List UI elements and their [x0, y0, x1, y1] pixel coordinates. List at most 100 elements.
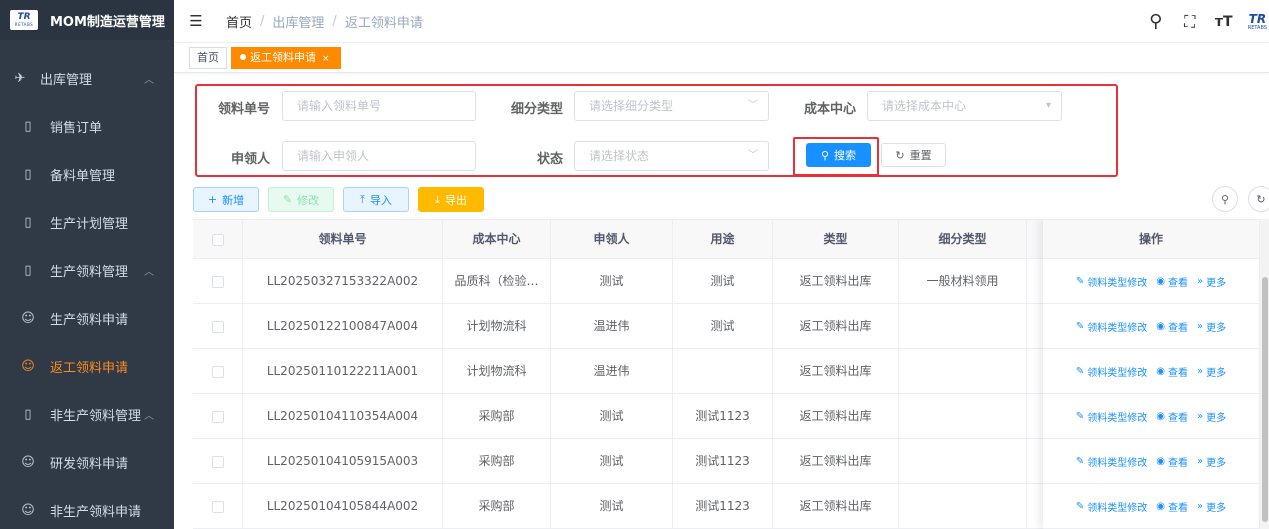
sidebar-item-rework-picking-apply[interactable]: ☺ 返工领料申请 [0, 342, 174, 390]
cost-center-select[interactable]: 请选择成本中心 ▾ [867, 91, 1062, 121]
pencil-icon: ✎ [282, 193, 293, 206]
caret-down-icon: ▾ [1045, 100, 1051, 111]
toggle-search-button[interactable]: ⚲ [1212, 186, 1238, 212]
edit-type-link[interactable]: ✎ 领料类型修改 [1076, 454, 1147, 469]
search-icon[interactable]: ⚲ [1146, 11, 1166, 32]
more-link[interactable]: » 更多 [1197, 319, 1226, 334]
edit-type-label: 领料类型修改 [1087, 457, 1148, 469]
more-link[interactable]: » 更多 [1197, 499, 1226, 514]
row-checkbox[interactable] [211, 455, 224, 468]
operations-column: 操作 ✎ 领料类型修改 ◉ 查看 » 更多 ✎ 领料类型修改 ◉ 查看 » 更多 ✎ 领料类型… [1043, 219, 1259, 529]
search-button[interactable]: ⚲ 搜索 [806, 143, 871, 167]
sidebar-item-label: 销售订单 [50, 120, 103, 136]
search-icon: ⚲ [1220, 192, 1230, 206]
pencil-icon: ✎ [1075, 455, 1085, 467]
applicant-input[interactable]: 请输入申领人 [282, 141, 476, 171]
edit-type-link[interactable]: ✎ 领料类型修改 [1076, 499, 1147, 514]
row-checkbox[interactable] [211, 500, 224, 513]
sidebar-item-production-plan[interactable]: ▯ 生产计划管理 [0, 198, 174, 246]
cell-purpose [673, 349, 773, 393]
sidebar-item-label: 非生产领料申请 [50, 504, 142, 520]
view-link[interactable]: ◉ 查看 [1156, 454, 1188, 469]
fullscreen-icon[interactable]: ⛶ [1180, 12, 1200, 32]
cell-cost-center: 计划物流科 [443, 349, 551, 393]
row-checkbox[interactable] [211, 365, 224, 378]
order-no-input[interactable]: 请输入领料单号 [282, 91, 476, 121]
sidebar-item-outbound[interactable]: ✈ 出库管理 ︿ [0, 54, 174, 102]
subtype-label: 细分类型 [510, 102, 563, 117]
tag-home[interactable]: 首页 [189, 46, 227, 69]
chevron-down-icon: ﹀ [748, 150, 758, 161]
breadcrumb-separator: / [332, 13, 337, 29]
user-list-icon: ☺ [21, 502, 35, 518]
user-avatar[interactable]: TR RETABS [1248, 13, 1267, 31]
send-icon: ✈ [14, 70, 26, 86]
sidebar-item-rd-picking-apply[interactable]: ☺ 研发领料申请 [0, 438, 174, 486]
sidebar-item-production-picking[interactable]: ▯ 生产领料管理 ︿ [0, 246, 174, 294]
sidebar: TR RETABS MOM制造运营管理 ✈ 出库管理 ︿ ▯ 销售订单 ▯ 备料… [0, 0, 174, 529]
reset-button[interactable]: ↻ 重置 [881, 143, 946, 167]
edit-type-label: 领料类型修改 [1087, 412, 1148, 424]
header-checkbox-cell[interactable] [193, 220, 243, 259]
sidebar-item-label: 非生产领料管理 [50, 408, 142, 424]
more-link[interactable]: » 更多 [1197, 364, 1226, 379]
eye-icon: ◉ [1156, 500, 1165, 512]
more-link[interactable]: » 更多 [1197, 454, 1226, 469]
cell-cost-center: 计划物流科 [443, 304, 551, 348]
scrollbar-thumb[interactable] [1262, 277, 1268, 522]
subtype-select[interactable]: 请选择细分类型 ﹀ [574, 91, 769, 121]
edit-type-label: 领料类型修改 [1087, 277, 1148, 289]
upload-icon: ⤒ [360, 192, 365, 206]
double-arrow-icon: » [1197, 320, 1204, 332]
sidebar-item-nonproduction-picking[interactable]: ▯ 非生产领料管理 ︿ [0, 390, 174, 438]
refresh-icon: ↻ [1256, 192, 1266, 206]
select-all-checkbox[interactable] [211, 233, 224, 246]
row-checkbox[interactable] [211, 275, 224, 288]
book-icon: ▯ [24, 262, 32, 278]
cell-order-no: LL20250104105844A002 [243, 484, 443, 528]
font-size-icon[interactable]: тT [1214, 14, 1234, 30]
view-label: 查看 [1168, 277, 1188, 289]
row-actions: ✎ 领料类型修改 ◉ 查看 » 更多 [1043, 259, 1259, 304]
row-actions: ✎ 领料类型修改 ◉ 查看 » 更多 [1043, 304, 1259, 349]
edit-type-link[interactable]: ✎ 领料类型修改 [1076, 319, 1147, 334]
view-link[interactable]: ◉ 查看 [1156, 319, 1188, 334]
sidebar-item-production-picking-apply[interactable]: ☺ 生产领料申请 [0, 294, 174, 342]
export-button[interactable]: ⤓ 导出 [418, 187, 484, 212]
hamburger-icon[interactable]: ☰ [188, 12, 204, 30]
more-label: 更多 [1206, 367, 1227, 379]
sidebar-item-label: 备料单管理 [50, 168, 116, 184]
edit-type-link[interactable]: ✎ 领料类型修改 [1076, 364, 1147, 379]
cell-subtype: 一般材料领用 [899, 259, 1027, 303]
view-link[interactable]: ◉ 查看 [1156, 409, 1188, 424]
sidebar-item-nonproduction-picking-apply[interactable]: ☺ 非生产领料申请 [0, 486, 174, 529]
edit-button[interactable]: ✎ 修改 [268, 187, 334, 212]
sidebar-item-sales-order[interactable]: ▯ 销售订单 [0, 102, 174, 150]
pencil-icon: ✎ [1075, 410, 1085, 422]
view-link[interactable]: ◉ 查看 [1156, 364, 1188, 379]
more-link[interactable]: » 更多 [1197, 274, 1226, 289]
more-link[interactable]: » 更多 [1197, 409, 1226, 424]
search-button-label: 搜索 [834, 149, 857, 162]
tag-rework-picking-apply[interactable]: 返工领料申请 × [231, 46, 341, 69]
row-checkbox[interactable] [211, 320, 224, 333]
row-checkbox[interactable] [211, 410, 224, 423]
breadcrumb: 首页 / 出库管理 / 返工领料申请 [226, 12, 423, 31]
add-button[interactable]: + 新增 [193, 187, 259, 212]
view-link[interactable]: ◉ 查看 [1156, 274, 1188, 289]
edit-type-link[interactable]: ✎ 领料类型修改 [1076, 409, 1147, 424]
logo: TR RETABS [10, 10, 38, 30]
refresh-button[interactable]: ↻ [1248, 186, 1269, 212]
pencil-icon: ✎ [1075, 320, 1085, 332]
cell-type: 返工领料出库 [773, 304, 899, 348]
view-link[interactable]: ◉ 查看 [1156, 499, 1188, 514]
cell-type: 返工领料出库 [773, 439, 899, 483]
sidebar-item-material-prep[interactable]: ▯ 备料单管理 [0, 150, 174, 198]
more-label: 更多 [1206, 457, 1227, 469]
vertical-scrollbar[interactable] [1259, 219, 1269, 529]
breadcrumb-home[interactable]: 首页 [226, 12, 252, 31]
close-icon[interactable]: × [322, 54, 330, 64]
status-select[interactable]: 请选择状态 ﹀ [574, 141, 769, 171]
import-button[interactable]: ⤒ 导入 [343, 187, 409, 212]
edit-type-link[interactable]: ✎ 领料类型修改 [1076, 274, 1147, 289]
